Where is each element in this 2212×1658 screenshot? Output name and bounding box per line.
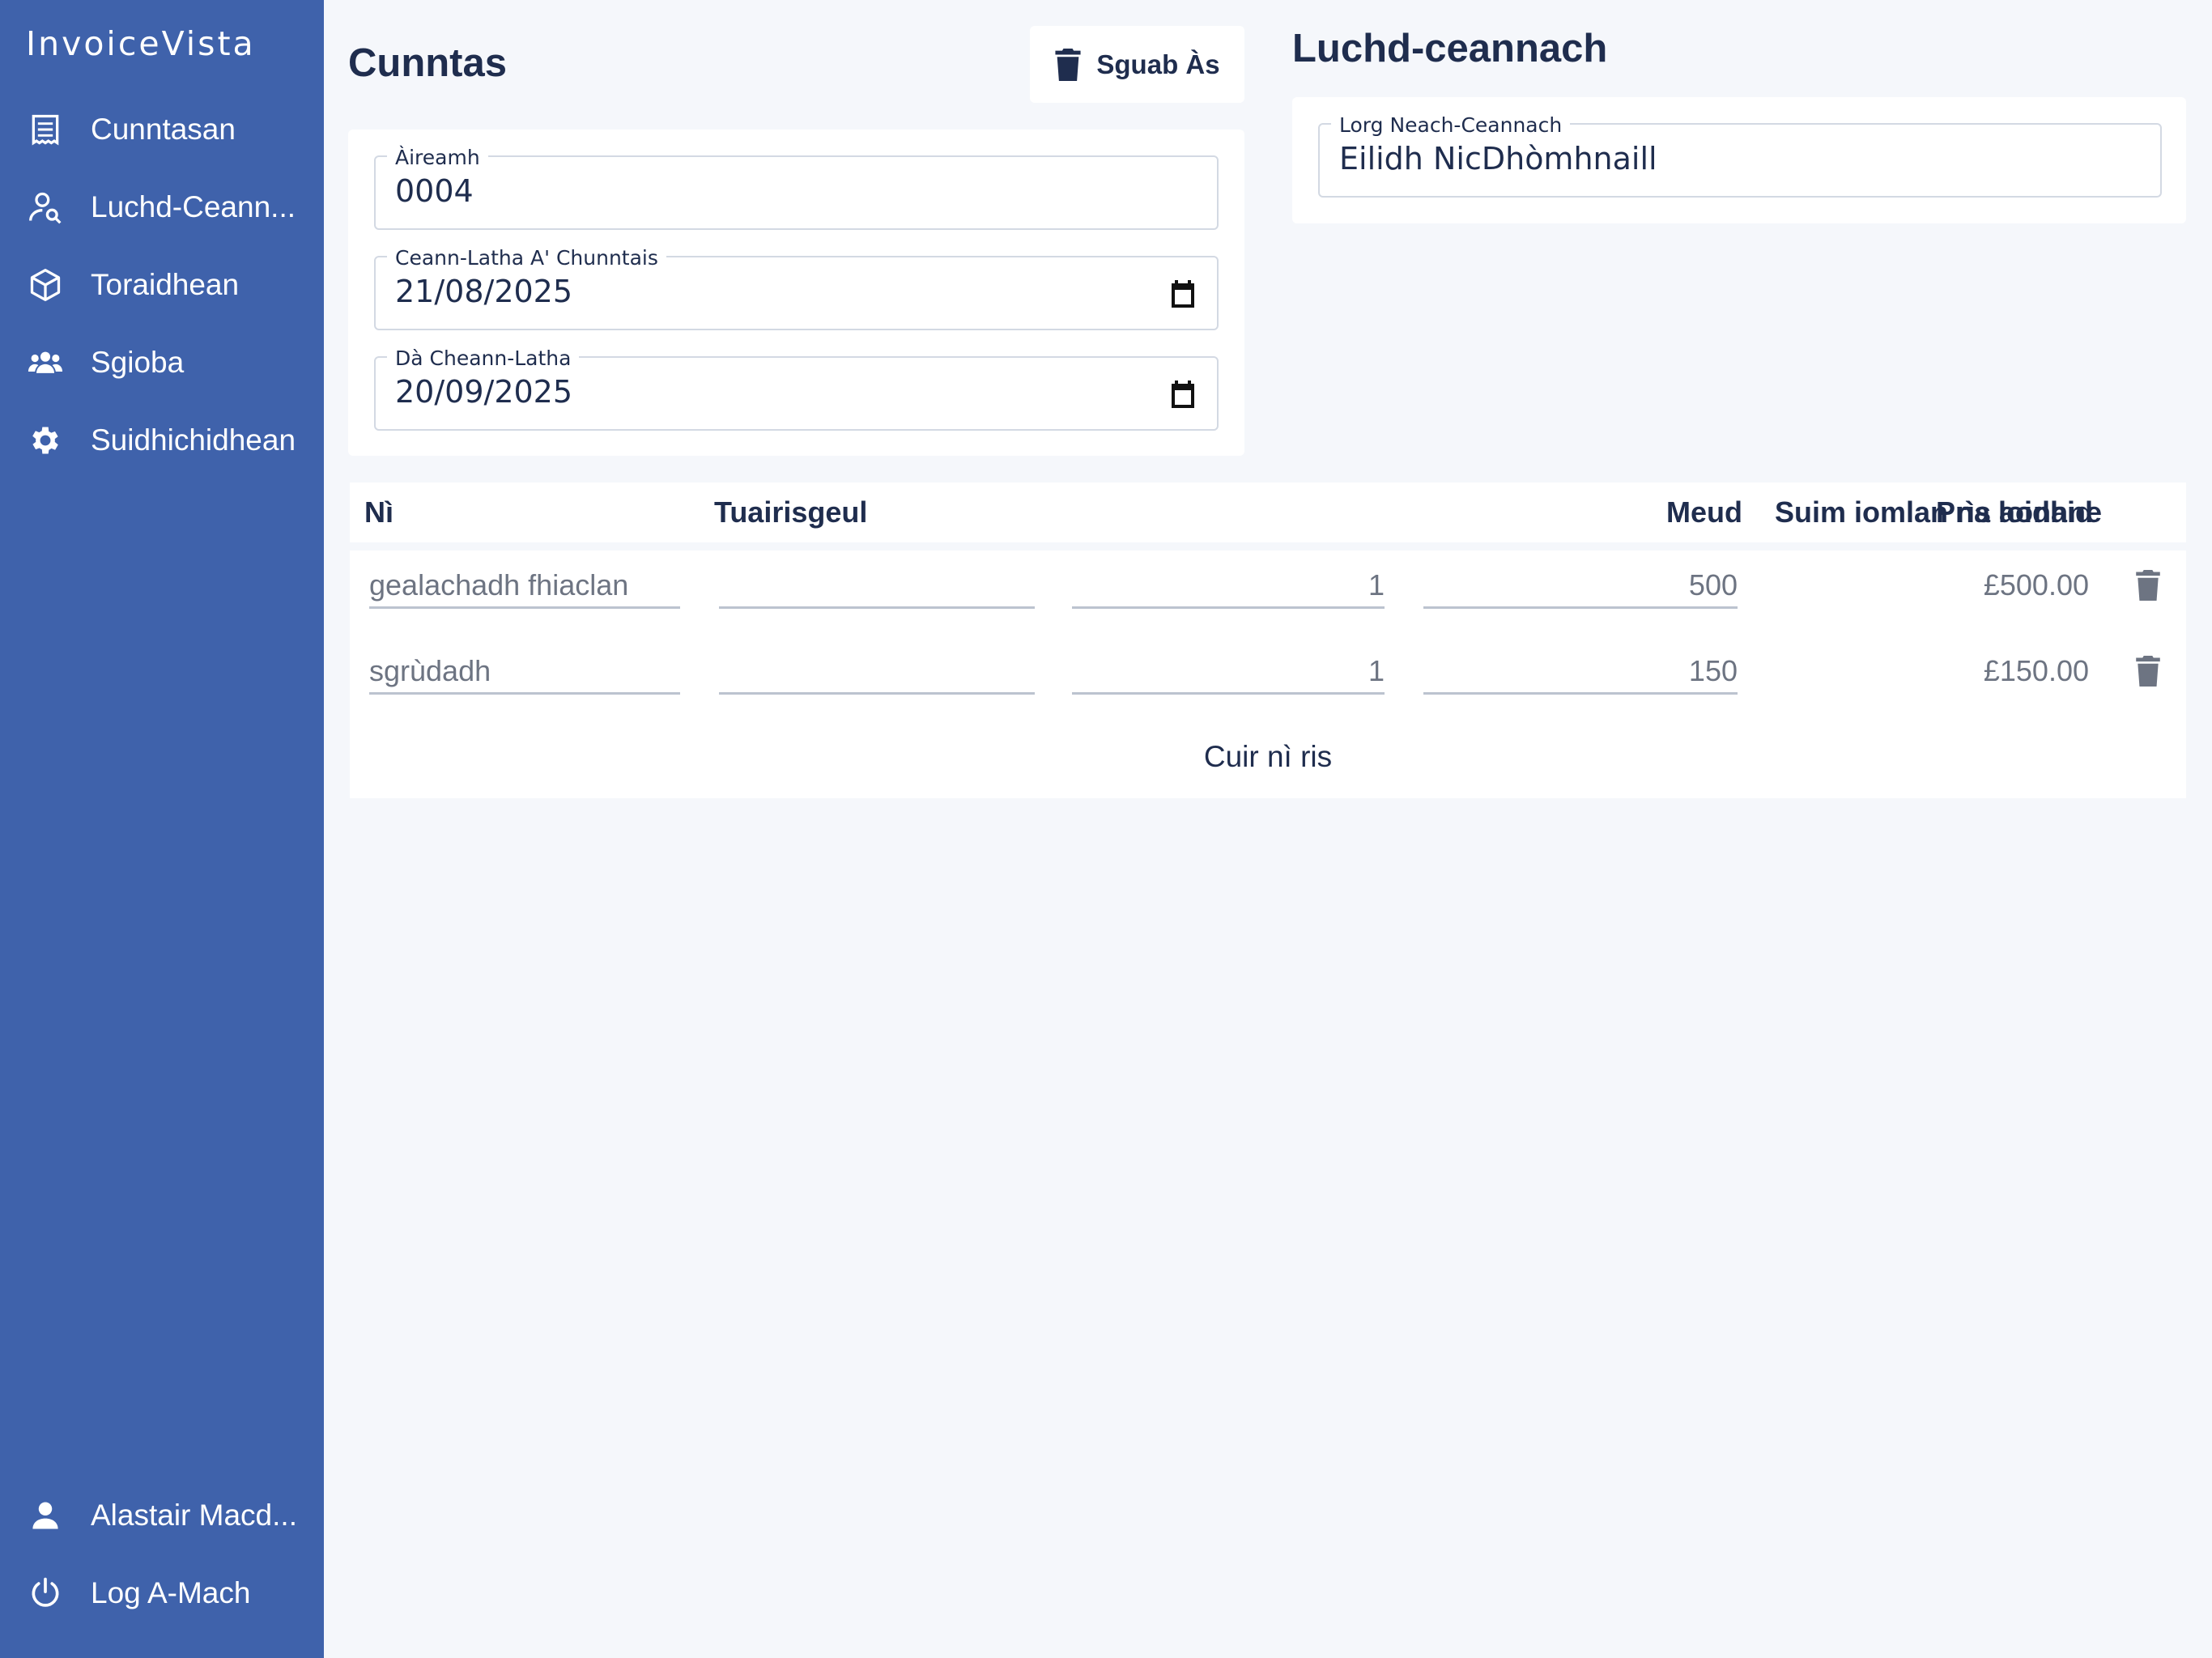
quantity-input[interactable]: 1 [1072,654,1385,695]
customer-search-icon [26,188,65,227]
field-label: Dà Cheann-Latha [387,346,580,370]
due-date-value: 20/09/2025 [395,374,573,410]
column-header-description: Tuairisgeul [714,495,868,529]
sidebar-item-products[interactable]: Toraidhean [0,251,324,319]
invoice-number-field[interactable]: Àireamh 0004 [374,146,1219,230]
trash-icon [1055,48,1081,81]
due-date-field[interactable]: Dà Cheann-Latha 20/09/2025 [374,346,1219,431]
customer-search-field[interactable]: Lorg Neach-Ceannach Eilidh NicDhòmhnaill [1318,113,2162,198]
team-icon [26,343,65,382]
sidebar: InvoiceVista Cunntasan Luchd-Ceann... To… [0,0,324,1658]
invoice-details-card: Àireamh 0004 Ceann-Latha A' Chunntais 21… [348,130,1244,456]
sidebar-user[interactable]: Alastair Macd... [0,1482,324,1550]
items-table-body: gealachadh fhiaclan 1 500 £500.00 sgrùda… [350,551,2186,798]
logout-label: Log A-Mach [91,1576,251,1609]
customer-section-title: Luchd-ceannach [1292,27,1608,70]
sidebar-item-label: Sgioba [91,346,185,379]
trash-icon[interactable] [2136,656,2160,687]
field-label: Àireamh [387,146,488,169]
column-header-line-total: Suim iomlan na loidhne [1775,495,2103,529]
sidebar-item-invoices[interactable]: Cunntasan [0,96,324,164]
sidebar-item-label: Luchd-Ceann... [91,190,296,223]
trash-icon[interactable] [2136,570,2160,601]
logout-button[interactable]: Log A-Mach [0,1559,324,1627]
field-label: Lorg Neach-Ceannach [1331,113,1571,137]
gear-icon [26,421,65,460]
user-icon [26,1496,65,1535]
unit-price-input[interactable]: 500 [1423,568,1738,609]
line-total: £150.00 [1983,654,2089,687]
item-input[interactable]: sgrùdadh [369,654,680,695]
line-total: £500.00 [1983,568,2089,602]
invoice-number-value: 0004 [395,173,474,209]
description-input[interactable] [719,654,1035,695]
app-brand: InvoiceVista [26,24,256,63]
delete-invoice-button[interactable]: Sguab Às [1030,26,1244,103]
sidebar-item-label: Cunntasan [91,113,236,146]
power-icon [26,1574,65,1613]
column-header-item: Nì [364,495,393,529]
field-label: Ceann-Latha A' Chunntais [387,246,666,270]
customer-card: Lorg Neach-Ceannach Eilidh NicDhòmhnaill [1292,97,2186,223]
quantity-input[interactable]: 1 [1072,568,1385,609]
sidebar-item-customers[interactable]: Luchd-Ceann... [0,173,324,241]
user-name: Alastair Macd... [91,1499,297,1532]
add-item-button[interactable]: Cuir nì ris [350,740,2186,774]
customer-search-value: Eilidh NicDhòmhnaill [1339,141,1657,176]
sidebar-item-team[interactable]: Sgioba [0,329,324,397]
receipt-icon [26,110,65,149]
invoice-date-field[interactable]: Ceann-Latha A' Chunntais 21/08/2025 [374,246,1219,330]
description-input[interactable] [719,568,1035,609]
box-icon [26,266,65,304]
invoice-date-value: 21/08/2025 [395,274,573,309]
calendar-icon[interactable] [1170,280,1196,308]
delete-label: Sguab Às [1096,49,1220,79]
unit-price-input[interactable]: 150 [1423,654,1738,695]
item-input[interactable]: gealachadh fhiaclan [369,568,680,609]
page-title: Cunntas [348,41,507,85]
calendar-icon[interactable] [1170,380,1196,408]
sidebar-item-settings[interactable]: Suidhichidhean [0,406,324,474]
items-table-header: Nì Tuairisgeul Meud Prìs aonaid Suim iom… [350,483,2186,542]
sidebar-item-label: Suidhichidhean [91,423,296,457]
sidebar-item-label: Toraidhean [91,268,240,301]
